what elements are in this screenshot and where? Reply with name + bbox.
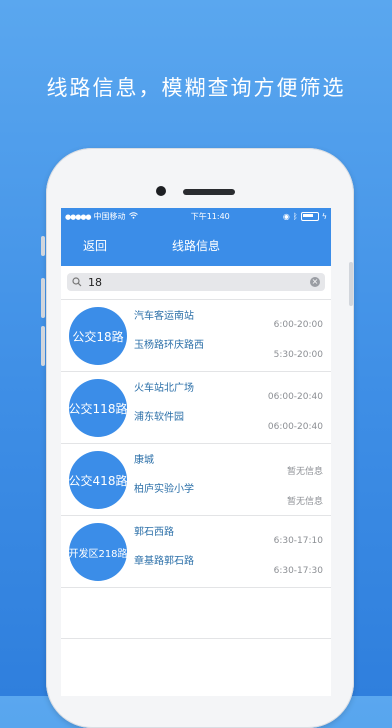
page-title: 线路信息 — [171, 239, 220, 253]
phone-side-button-volume-down — [41, 326, 45, 366]
route-badge: 公交118路 — [69, 379, 127, 437]
route-start-stop: 火车站北广场 — [134, 383, 194, 394]
status-bar: ●●●●● 中国移动 下午11:40 ◉ ᛒ ϟ — [61, 208, 331, 225]
route-end-stop: 浦东软件园 — [134, 412, 184, 423]
list-divider — [61, 638, 331, 639]
phone-side-button-mute — [41, 236, 45, 256]
route-badge: 公交18路 — [69, 307, 127, 365]
nav-bar: 返回 线路信息 — [61, 225, 331, 266]
route-start-stop: 汽车客运南站 — [134, 311, 194, 322]
search-bar: 18 × — [61, 266, 331, 299]
search-value: 18 — [88, 275, 102, 289]
search-input[interactable]: 18 × — [67, 273, 325, 291]
route-end-stop: 玉杨路环庆路西 — [134, 340, 204, 351]
list-item[interactable]: 公交118路 火车站北广场 06:00-20:40 浦东软件园 06:00-20… — [61, 372, 331, 444]
bluetooth-icon: ᛒ — [292, 212, 298, 221]
wifi-icon — [128, 212, 138, 221]
route-start-stop: 康城 — [134, 455, 154, 466]
list-item[interactable]: 公交418路 康城 暂无信息 柏庐实验小学 暂无信息 — [61, 444, 331, 516]
phone-side-button-volume-up — [41, 278, 45, 318]
location-icon: ◉ — [282, 212, 290, 221]
promo-headline: 线路信息，模糊查询方便筛选 — [46, 76, 346, 100]
route-list: 公交18路 汽车客运南站 6:00-20:00 玉杨路环庆路西 5:30-20:… — [61, 299, 331, 588]
app-screen: ●●●●● 中国移动 下午11:40 ◉ ᛒ ϟ 返回 线路信息 18 × 公交… — [61, 208, 331, 696]
phone-speaker — [183, 189, 235, 195]
route-end-stop: 柏庐实验小学 — [134, 484, 194, 495]
route-end-time: 6:30-17:30 — [273, 566, 323, 576]
route-start-time: 暂无信息 — [286, 467, 323, 477]
signal-icon: ●●●●● — [65, 212, 92, 221]
route-start-time: 6:00-20:00 — [273, 320, 323, 330]
route-badge: 公交418路 — [69, 451, 127, 509]
clear-icon[interactable]: × — [310, 277, 320, 287]
route-end-time: 5:30-20:00 — [273, 350, 323, 360]
route-badge: 开发区218路 — [68, 523, 128, 581]
phone-side-button-power — [349, 262, 353, 306]
charging-icon: ϟ — [321, 212, 327, 221]
route-start-time: 6:30-17:10 — [273, 536, 323, 546]
back-button[interactable]: 返回 — [83, 237, 107, 254]
phone-camera — [156, 186, 166, 196]
list-item[interactable]: 开发区218路 郭石西路 6:30-17:10 章基路郭石路 6:30-17:3… — [61, 516, 331, 588]
route-start-time: 06:00-20:40 — [267, 392, 323, 402]
route-end-time: 暂无信息 — [286, 497, 323, 507]
battery-icon — [300, 212, 319, 221]
carrier-label: 中国移动 — [93, 212, 126, 221]
route-start-stop: 郭石西路 — [134, 527, 174, 538]
status-time: 下午11:40 — [190, 212, 230, 221]
list-item[interactable]: 公交18路 汽车客运南站 6:00-20:00 玉杨路环庆路西 5:30-20:… — [61, 300, 331, 372]
route-end-stop: 章基路郭石路 — [134, 556, 194, 567]
route-end-time: 06:00-20:40 — [267, 422, 323, 432]
search-icon — [72, 277, 82, 287]
